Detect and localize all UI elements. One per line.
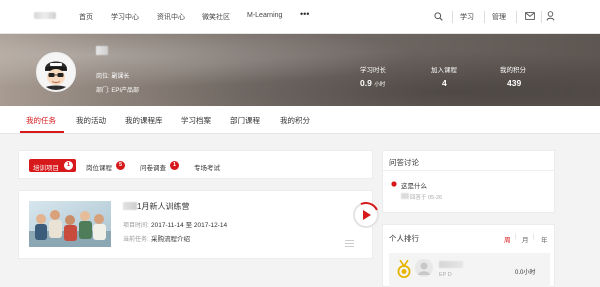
menu-icon[interactable]	[345, 240, 354, 247]
play-icon	[363, 210, 371, 220]
user-placeholder-icon	[418, 262, 430, 275]
rank-period-year[interactable]: 年	[541, 234, 548, 244]
rank-user-name	[439, 261, 463, 268]
count-badge: 1	[170, 161, 179, 170]
ranking-title: 个人排行	[389, 234, 419, 243]
divider	[383, 170, 554, 171]
stat-courses-label: 加入课程	[431, 67, 457, 74]
rank-user-hours: 0.0小时	[515, 270, 536, 276]
more-menu-icon[interactable]: •••	[300, 9, 309, 19]
mail-icon[interactable]	[525, 12, 535, 20]
user-icon[interactable]	[546, 11, 555, 21]
rank-user-dept: EP D	[439, 272, 452, 278]
nav-community[interactable]: 微笑社区	[202, 12, 230, 22]
user-department: 部门: EPI产品部	[96, 88, 140, 94]
qa-meta: 回答于 05-26	[410, 195, 443, 201]
subtab-surveys[interactable]: 问卷调查	[140, 162, 166, 172]
qa-title: 问答讨论	[389, 158, 419, 167]
nav-news-center[interactable]: 资讯中心	[157, 12, 185, 22]
user-position: 岗位: 副课长	[96, 74, 130, 80]
tab-learning-records[interactable]: 学习档案	[181, 115, 211, 126]
qa-panel: 问答讨论 这是什么 回答于 05-26	[382, 150, 555, 213]
ranking-panel: 个人排行 周 | 月 | 年 EP D 0.0小时	[382, 224, 555, 287]
question-dot-icon	[391, 181, 397, 187]
divider	[484, 11, 485, 23]
qa-author	[401, 193, 409, 199]
course-task-label: 当前任务:	[123, 237, 149, 243]
tab-my-activities[interactable]: 我的活动	[76, 115, 106, 126]
tab-my-points[interactable]: 我的积分	[280, 115, 310, 126]
tab-department-courses[interactable]: 部门课程	[230, 115, 260, 126]
task-filter-panel: 培训项目 1 岗位课程 5 问卷调查 1 专场考试	[18, 150, 373, 179]
nav-study[interactable]: 学习	[460, 12, 474, 22]
cartoon-avatar-icon	[38, 54, 74, 90]
top-navigation-bar: 首页 学习中心 资讯中心 微笑社区 M-Learning ••• 学习 管理	[0, 0, 600, 34]
main-tabs: 我的任务 我的活动 我的课程库 学习档案 部门课程 我的积分	[0, 106, 600, 134]
qa-question[interactable]: 这是什么	[401, 180, 427, 190]
logo[interactable]	[34, 12, 56, 19]
divider: |	[515, 234, 517, 240]
course-title-prefix	[123, 202, 137, 210]
rank-row[interactable]: EP D 0.0小时	[389, 253, 550, 287]
count-badge: 1	[64, 161, 73, 170]
course-time-label: 项目时间:	[123, 223, 149, 229]
stat-points-value: 439	[507, 78, 522, 88]
subtab-training-projects[interactable]: 培训项目	[33, 162, 59, 172]
active-tab-indicator	[20, 131, 64, 133]
avatar[interactable]	[36, 52, 76, 92]
course-thumbnail[interactable]	[29, 201, 111, 247]
nav-learning-center[interactable]: 学习中心	[111, 12, 139, 22]
avatar	[415, 259, 433, 277]
stat-points-label: 我的积分	[500, 67, 526, 74]
user-name	[96, 46, 108, 55]
tab-my-tasks[interactable]: 我的任务	[26, 115, 56, 126]
gold-medal-icon	[397, 260, 411, 278]
nav-mlearning[interactable]: M-Learning	[247, 12, 282, 19]
count-badge: 5	[116, 161, 125, 170]
nav-home[interactable]: 首页	[79, 12, 93, 22]
divider	[516, 11, 517, 23]
divider	[452, 11, 453, 23]
rank-period-week[interactable]: 周	[504, 234, 511, 244]
course-task: 采购流程介绍	[151, 236, 190, 243]
course-card[interactable]: 1月新人训练营 项目时间: 2017-11-14 至 2017-12-14 当前…	[18, 190, 383, 259]
rank-period-month[interactable]: 月	[522, 234, 529, 244]
course-time: 2017-11-14 至 2017-12-14	[151, 222, 228, 229]
divider	[541, 11, 542, 23]
search-icon[interactable]	[434, 12, 443, 21]
stat-courses-value: 4	[442, 78, 447, 88]
course-title[interactable]: 1月新人训练营	[137, 201, 189, 212]
course-photo	[29, 201, 111, 247]
tab-my-course-library[interactable]: 我的课程库	[125, 115, 163, 126]
nav-manage[interactable]: 管理	[492, 12, 506, 22]
stat-study-hours-value: 0.9 小时	[360, 78, 386, 88]
divider: |	[533, 234, 535, 240]
play-button[interactable]	[349, 198, 383, 232]
subtab-position-courses[interactable]: 岗位课程	[86, 162, 112, 172]
stat-study-hours-label: 学习时长	[360, 67, 386, 74]
subtab-exams[interactable]: 专场考试	[194, 162, 220, 172]
profile-banner: 岗位: 副课长 部门: EPI产品部 学习时长 0.9 小时 加入课程 4 我的…	[0, 34, 600, 106]
